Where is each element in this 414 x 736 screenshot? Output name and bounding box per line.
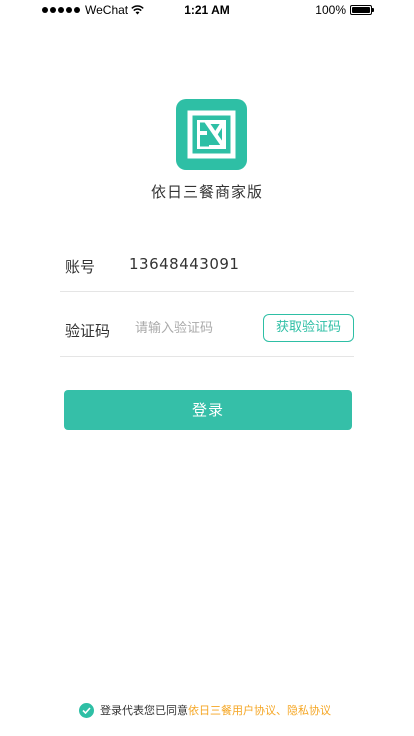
battery-icon bbox=[350, 5, 374, 15]
login-button[interactable]: 登录 bbox=[64, 390, 352, 430]
battery-percent: 100% bbox=[315, 3, 346, 17]
agreement-link[interactable]: 依日三餐用户协议、隐私协议 bbox=[188, 702, 331, 718]
app-logo bbox=[176, 99, 247, 170]
app-name: 依日三餐商家版 bbox=[150, 183, 263, 201]
account-label: 账号 bbox=[65, 258, 96, 276]
account-field[interactable]: 13648443091 bbox=[129, 255, 239, 273]
status-bar: WeChat 1:21 AM 100% bbox=[0, 0, 414, 20]
agreement: 登录代表您已同意 依日三餐用户协议、隐私协议 bbox=[79, 702, 331, 718]
account-row: 账号 13648443091 bbox=[60, 245, 354, 292]
agreement-text: 登录代表您已同意 bbox=[100, 704, 188, 717]
battery-info: 100% bbox=[315, 3, 374, 17]
check-icon bbox=[82, 706, 91, 714]
code-input[interactable] bbox=[135, 321, 255, 336]
agreement-checkbox[interactable] bbox=[79, 702, 94, 718]
code-label: 验证码 bbox=[65, 322, 111, 340]
code-row: 验证码 获取验证码 bbox=[60, 310, 354, 357]
get-code-button[interactable]: 获取验证码 bbox=[263, 314, 354, 342]
